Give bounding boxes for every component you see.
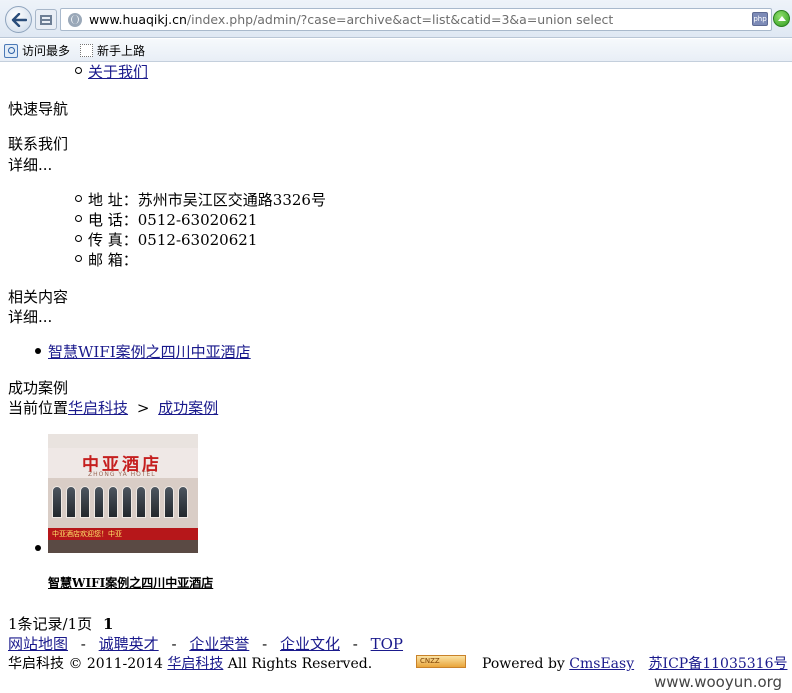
window-shape <box>178 486 188 518</box>
window-shape <box>108 486 118 518</box>
contact-more: 详细... <box>8 156 53 174</box>
breadcrumb-current-link[interactable]: 成功案例 <box>158 399 218 417</box>
list-bullet <box>75 235 82 242</box>
hotel-entrance <box>48 540 198 553</box>
contact-heading: 联系我们 <box>8 135 69 153</box>
bookmark-label: 访问最多 <box>22 44 71 58</box>
powered-prefix: Powered by <box>482 656 565 672</box>
contact-phone: 电 话：0512-63020621 <box>88 211 258 229</box>
pagination-current-page: 1 <box>102 615 114 633</box>
powered-cmseasy-link[interactable]: CmsEasy <box>569 656 634 672</box>
window-shape <box>52 486 62 518</box>
case-title-link[interactable]: 智慧WIFI案例之四川中亚酒店 <box>48 574 213 591</box>
list-bullet <box>75 195 82 202</box>
window-shape <box>164 486 174 518</box>
tab-list-button[interactable] <box>35 9 57 30</box>
window-shape <box>80 486 90 518</box>
list-bullet <box>35 348 41 354</box>
footer-separator: - <box>352 635 358 653</box>
window-shape <box>66 486 76 518</box>
related-more: 详细... <box>8 308 53 326</box>
breadcrumb-home-link[interactable]: 华启科技 <box>68 399 128 417</box>
list-bullet <box>75 67 82 74</box>
icp-link[interactable]: 苏ICP备11035316号 <box>649 656 788 672</box>
watermark: www.wooyun.org <box>654 673 783 691</box>
address-text: www.huaqikj.cn/index.php/admin/?case=arc… <box>89 12 613 27</box>
breadcrumb-separator: > <box>136 399 150 417</box>
footer-links: 网站地图 - 诚聘英才 - 企业荣誉 - 企业文化 - TOP <box>8 633 403 654</box>
php-icon[interactable]: php <box>752 12 768 26</box>
list-bullet <box>35 545 41 551</box>
window-shape <box>150 486 160 518</box>
footer-link-honors[interactable]: 企业荣誉 <box>189 635 249 653</box>
address-bar[interactable]: www.huaqikj.cn/index.php/admin/?case=arc… <box>60 8 772 31</box>
footer-separator: - <box>80 635 86 653</box>
footer-separator: - <box>171 635 177 653</box>
list-bullet <box>75 255 82 262</box>
case-thumbnail[interactable]: 中亚酒店 ZHONG YA HOTEL 中亚酒店欢迎您！中亚 <box>48 434 198 553</box>
related-heading: 相关内容 <box>8 288 69 306</box>
contact-address: 地 址：苏州市吴江区交通路3326号 <box>88 191 326 209</box>
globe-icon <box>68 13 82 27</box>
back-arrow-icon <box>11 12 27 27</box>
tab-list-icon <box>40 14 52 25</box>
go-icon[interactable] <box>773 10 790 27</box>
browser-toolbar: www.huaqikj.cn/index.php/admin/?case=arc… <box>0 0 792 38</box>
contact-fax: 传 真：0512-63020621 <box>88 231 258 249</box>
about-link[interactable]: 关于我们 <box>88 61 148 82</box>
related-article-link[interactable]: 智慧WIFI案例之四川中亚酒店 <box>48 341 251 362</box>
url-host: www.huaqikj.cn <box>89 12 187 27</box>
footer-copyright: 华启科技 © 2011-2014 华启科技 All Rights Reserve… <box>8 653 372 673</box>
list-bullet <box>75 215 82 222</box>
bookmarks-bar: 访问最多 新手上路 <box>0 39 792 62</box>
footer-link-sitemap[interactable]: 网站地图 <box>8 635 68 653</box>
copyright-company-link[interactable]: 华启科技 <box>167 656 223 672</box>
pagination-summary: 1条记录/1页 <box>8 615 93 633</box>
bookmark-getting-started[interactable]: 新手上路 <box>80 42 145 59</box>
bookmark-most-visited[interactable]: 访问最多 <box>4 42 70 59</box>
cnzz-label: CNZZ <box>420 657 440 665</box>
bookmark-label: 新手上路 <box>97 44 146 58</box>
cnzz-badge[interactable]: CNZZ <box>416 655 466 668</box>
breadcrumb-prefix: 当前位置 <box>8 399 69 417</box>
footer-separator: - <box>262 635 268 653</box>
window-shape <box>136 486 146 518</box>
pagination: 1条记录/1页 1 <box>8 613 113 634</box>
copyright-rights: All Rights Reserved. <box>227 656 373 672</box>
breadcrumb: 当前位置华启科技 > 成功案例 <box>8 397 218 418</box>
hotel-sign-subtext: ZHONG YA HOTEL <box>88 471 156 478</box>
footer-link-culture[interactable]: 企业文化 <box>280 635 340 653</box>
window-shape <box>94 486 104 518</box>
footer-link-careers[interactable]: 诚聘英才 <box>99 635 159 653</box>
visited-icon <box>4 43 18 58</box>
url-path: /index.php/admin/?case=archive&act=list&… <box>186 12 614 27</box>
footer-powered: Powered by CmsEasy 苏ICP备11035316号 <box>482 653 787 673</box>
footer-link-top[interactable]: TOP <box>371 635 403 653</box>
blank-page-icon <box>80 44 93 57</box>
contact-email: 邮 箱： <box>88 251 138 269</box>
section-title: 成功案例 <box>8 379 69 397</box>
page-content: 关于我们 快速导航 联系我们 详细... 地 址：苏州市吴江区交通路3326号 … <box>0 63 792 693</box>
led-banner-text: 中亚酒店欢迎您！中亚 <box>52 530 122 538</box>
back-button[interactable] <box>5 6 32 33</box>
copyright-prefix: 华启科技 © 2011-2014 <box>8 656 163 672</box>
quick-nav-heading: 快速导航 <box>8 100 69 118</box>
window-shape <box>122 486 132 518</box>
